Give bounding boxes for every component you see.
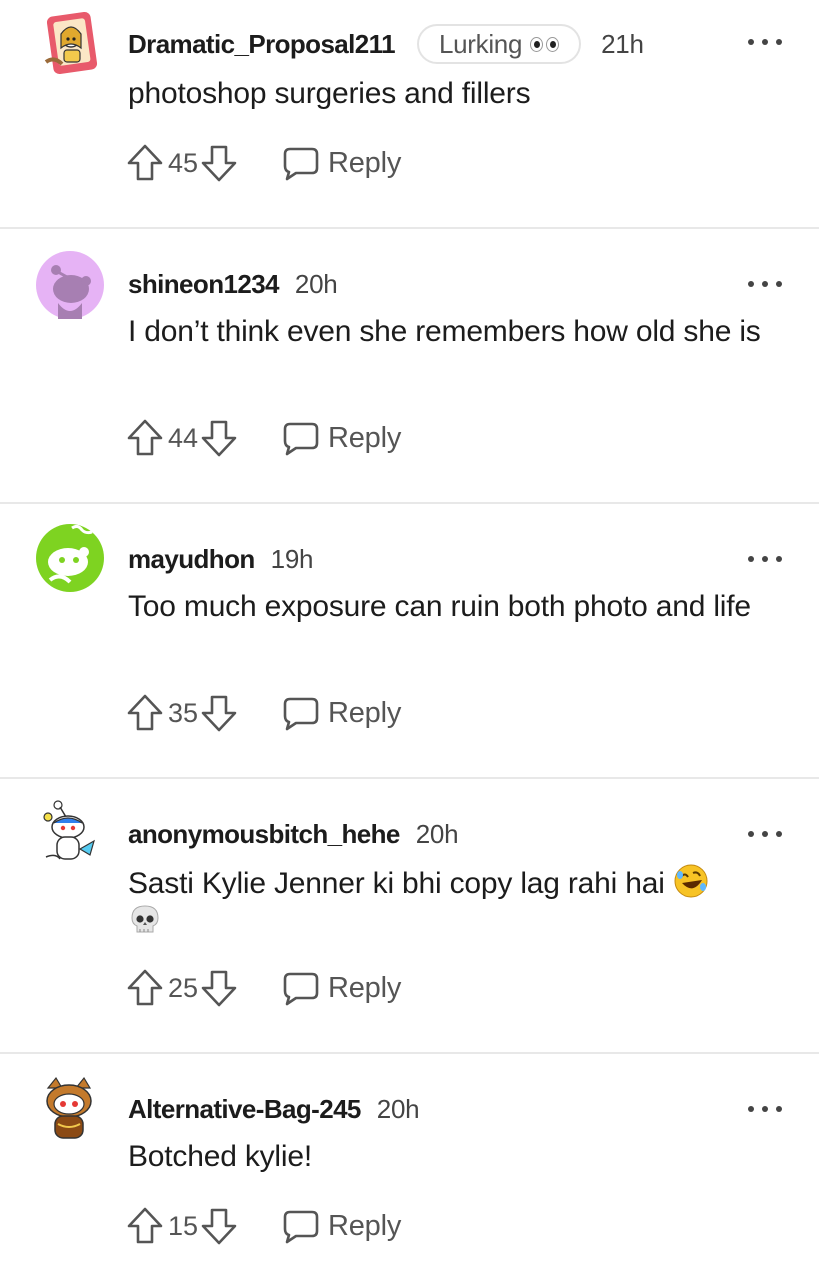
default-snoo-purple-avatar-icon[interactable]: [36, 251, 104, 319]
skull-emoji-icon: [131, 905, 159, 933]
comment: Alternative-Bag-245 20h Botched kylie! 1…: [0, 1054, 819, 1280]
snoo-portrait-avatar-icon[interactable]: [40, 10, 108, 78]
reply-label: Reply: [328, 146, 402, 179]
timestamp: 20h: [415, 818, 459, 849]
user-flair: Lurking: [416, 24, 582, 64]
username[interactable]: Dramatic_Proposal211: [128, 29, 396, 60]
comment-header: mayudhon 19h: [128, 542, 313, 576]
timestamp: 19h: [270, 543, 314, 574]
timestamp: 21h: [601, 28, 644, 59]
more-options-icon[interactable]: [748, 552, 782, 566]
comment-header: shineon1234 20h: [128, 267, 338, 301]
comment-header: anonymousbitch_hehe 20h: [128, 817, 459, 851]
more-options-icon[interactable]: [748, 1102, 782, 1116]
comment-body: Botched kylie!: [128, 1140, 312, 1173]
comment: mayudhon 19h Too much exposure can ruin …: [0, 504, 819, 778]
snoo-cat-hood-avatar-icon[interactable]: [36, 1074, 104, 1142]
reply-label: Reply: [328, 1209, 402, 1242]
reply-button[interactable]: Reply: [282, 970, 401, 1006]
rolling-laughing-emoji-icon: [674, 864, 708, 898]
vote-score: 25: [168, 972, 199, 1003]
comment-text: Sasti Kylie Jenner ki bhi copy lag rahi …: [128, 867, 665, 900]
speech-bubble-icon: [283, 972, 319, 1006]
timestamp: 20h: [294, 268, 338, 299]
timestamp: 20h: [376, 1093, 420, 1124]
comment-actions: 15 Reply: [126, 1206, 401, 1246]
speech-bubble-icon: [283, 1210, 319, 1244]
upvote-icon[interactable]: [126, 968, 164, 1008]
downvote-icon[interactable]: [200, 693, 238, 733]
comment-header: Alternative-Bag-245 20h: [128, 1092, 420, 1126]
username[interactable]: shineon1234: [128, 269, 280, 300]
reply-button[interactable]: Reply: [282, 420, 401, 456]
upvote-icon[interactable]: [126, 693, 164, 733]
comment-header: Dramatic_Proposal211 Lurking 21h: [128, 24, 644, 64]
reply-label: Reply: [328, 696, 402, 729]
speech-bubble-icon: [283, 147, 319, 181]
reply-label: Reply: [328, 971, 402, 1004]
reply-button[interactable]: Reply: [282, 695, 401, 731]
downvote-icon[interactable]: [200, 968, 238, 1008]
username[interactable]: mayudhon: [128, 544, 255, 575]
more-options-icon[interactable]: [748, 35, 782, 49]
comment-actions: 45 Reply: [126, 143, 401, 183]
comment: anonymousbitch_hehe 20h Sasti Kylie Jenn…: [0, 779, 819, 1053]
flair-text: Lurking: [438, 28, 523, 59]
default-snoo-green-avatar-icon[interactable]: [36, 524, 104, 592]
reply-button[interactable]: Reply: [282, 1208, 401, 1244]
snoo-outfit-avatar-icon[interactable]: [36, 799, 104, 867]
comment-actions: 25 Reply: [126, 968, 401, 1008]
comment: Dramatic_Proposal211 Lurking 21h photosh…: [0, 0, 819, 228]
vote-score: 35: [168, 697, 199, 728]
downvote-icon[interactable]: [200, 418, 238, 458]
downvote-icon[interactable]: [200, 143, 238, 183]
comment-body: photoshop surgeries and fillers: [128, 77, 531, 110]
vote-score: 15: [168, 1210, 199, 1241]
more-options-icon[interactable]: [748, 277, 782, 291]
comment-actions: 35 Reply: [126, 693, 401, 733]
upvote-icon[interactable]: [126, 143, 164, 183]
more-options-icon[interactable]: [748, 827, 782, 841]
comment-body: Sasti Kylie Jenner ki bhi copy lag rahi …: [128, 863, 788, 941]
vote-score: 45: [168, 147, 199, 178]
comment: shineon1234 20h I don’t think even she r…: [0, 229, 819, 503]
comment-body: Too much exposure can ruin both photo an…: [128, 590, 751, 623]
username[interactable]: Alternative-Bag-245: [128, 1094, 361, 1125]
comment-body: I don’t think even she remembers how old…: [128, 315, 761, 348]
upvote-icon[interactable]: [126, 418, 164, 458]
username[interactable]: anonymousbitch_hehe: [128, 819, 400, 850]
reply-label: Reply: [328, 421, 402, 454]
speech-bubble-icon: [283, 422, 319, 456]
comment-actions: 44 Reply: [126, 418, 401, 458]
speech-bubble-icon: [283, 697, 319, 731]
vote-score: 44: [168, 422, 199, 453]
reply-button[interactable]: Reply: [282, 145, 401, 181]
eyes-emoji-icon: [530, 36, 560, 52]
downvote-icon[interactable]: [200, 1206, 238, 1246]
upvote-icon[interactable]: [126, 1206, 164, 1246]
